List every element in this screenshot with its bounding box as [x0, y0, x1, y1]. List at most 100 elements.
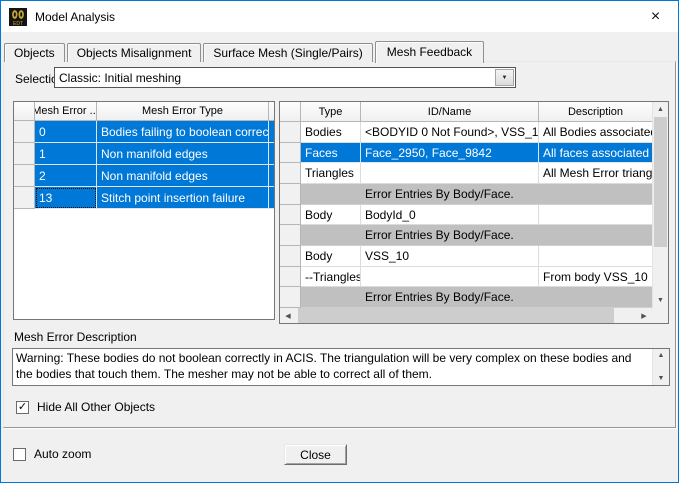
detail-id-name-cell[interactable]: VSS_10 — [361, 246, 539, 267]
mesh-error-row[interactable]: 1 Non manifold edges — [14, 143, 274, 165]
scroll-down-button[interactable]: ▼ — [653, 293, 668, 308]
auto-zoom-checkbox[interactable] — [13, 447, 26, 461]
row-header-cell[interactable] — [280, 122, 301, 143]
row-header-cell[interactable] — [280, 225, 301, 247]
column-header-mesh-error-type[interactable]: Mesh Error Type — [97, 102, 269, 121]
tab-surface-mesh-single-pairs[interactable]: Surface Mesh (Single/Pairs) — [203, 43, 373, 62]
row-header-cell[interactable] — [280, 163, 301, 185]
detail-id-name-cell[interactable]: <BODYID 0 Not Found>, VSS_10,... — [361, 122, 539, 143]
description-scrollbar[interactable]: ▲ ▼ — [652, 349, 669, 385]
vertical-scrollbar[interactable]: ▲ ▼ — [652, 102, 668, 308]
detail-description-cell[interactable]: All faces associated .. — [539, 142, 652, 164]
column-header-description[interactable]: Description — [539, 102, 652, 122]
auto-zoom-checkbox-row[interactable]: Auto zoom — [13, 447, 91, 461]
scroll-down-icon: ▼ — [657, 297, 664, 304]
detail-description-cell[interactable] — [539, 246, 652, 267]
horizontal-scrollbar-thumb[interactable] — [298, 308, 614, 323]
select-all-corner-cell[interactable] — [14, 102, 35, 121]
detail-row[interactable]: Faces Face_2950, Face_9842 All faces assoc… — [280, 142, 652, 164]
row-header-cell[interactable] — [280, 142, 301, 164]
mesh-error-id-cell[interactable]: 2 — [35, 165, 97, 187]
mesh-feedback-tab-page: Selection: Classic: Initial meshing ▼ Me… — [3, 61, 676, 428]
row-header-cell[interactable] — [14, 187, 35, 209]
close-button[interactable]: Close — [284, 444, 347, 465]
mesh-error-id-cell[interactable]: 0 — [35, 121, 97, 143]
hide-all-other-objects-checkbox-row[interactable]: ✓ Hide All Other Objects — [16, 400, 155, 414]
hide-all-other-objects-checkbox[interactable]: ✓ — [16, 400, 29, 414]
mesh-error-id-cell[interactable]: 13 — [35, 187, 97, 209]
mesh-error-description-label: Mesh Error Description — [14, 330, 137, 344]
detail-row[interactable]: Error Entries By Body/Face. — [280, 225, 652, 247]
mesh-error-row[interactable]: 0 Bodies failing to boolean correctly — [14, 121, 274, 143]
detail-row[interactable]: Error Entries By Body/Face. — [280, 184, 652, 205]
mesh-error-description-text: Warning: These bodies do not boolean cor… — [16, 351, 632, 381]
column-header-type[interactable]: Type — [301, 102, 361, 122]
detail-row[interactable]: Bodies<BODYID 0 Not Found>, VSS_10,...Al… — [280, 122, 652, 143]
mesh-error-type-cell[interactable]: Bodies failing to boolean correctly — [97, 121, 269, 143]
row-header-cell[interactable] — [280, 184, 301, 205]
mesh-error-row[interactable]: 2 Non manifold edges — [14, 165, 274, 187]
filler-cell — [269, 165, 274, 187]
model-analysis-dialog: EDT Model Analysis × Objects Objects Misa… — [0, 0, 679, 483]
detail-id-name-cell[interactable]: Face_2950, Face_9842 — [361, 142, 539, 164]
error-detail-content: Type ID/Name Description Bodies <BODYID 0… — [280, 102, 652, 309]
row-header-cell[interactable] — [14, 143, 35, 165]
detail-description-cell[interactable]: All Bodies associated — [539, 122, 652, 143]
chevron-down-icon: ▼ — [501, 74, 508, 81]
row-header-cell[interactable] — [280, 246, 301, 267]
detail-type-cell[interactable]: Bodies — [301, 122, 361, 143]
column-header-id-name[interactable]: ID/Name — [361, 102, 539, 122]
tab-objects-misalignment[interactable]: Objects Misalignment — [66, 43, 202, 62]
detail-row[interactable]: Triangles All Mesh Error triangle. — [280, 163, 652, 185]
tab-strip: Objects Objects Misalignment Surface Mesh … — [4, 40, 486, 63]
scroll-left-button[interactable]: ◀ — [280, 308, 296, 323]
error-detail-rows: Bodies<BODYID 0 Not Found>, VSS_10,...Al… — [280, 122, 652, 309]
detail-row[interactable]: Error Entries By Body/Face. — [280, 287, 652, 309]
detail-type-cell[interactable]: Triangles — [301, 163, 361, 185]
row-header-cell[interactable] — [280, 266, 301, 288]
filler-cell — [269, 121, 274, 143]
window-close-button[interactable]: × — [633, 1, 678, 32]
row-header-cell[interactable] — [14, 165, 35, 187]
detail-row[interactable]: Body VSS_10 — [280, 246, 652, 267]
tab-label: Objects — [14, 46, 55, 60]
detail-row[interactable]: Body BodyId_0 — [280, 204, 652, 226]
section-cell: Error Entries By Body/Face. — [301, 287, 652, 309]
detail-id-name-cell[interactable] — [361, 163, 539, 185]
mesh-error-description-box[interactable]: Warning: These bodies do not boolean cor… — [12, 348, 670, 386]
horizontal-scrollbar-track[interactable] — [296, 308, 636, 323]
scroll-up-button[interactable]: ▲ — [653, 349, 669, 362]
detail-type-cell[interactable]: Faces — [301, 142, 361, 164]
detail-description-cell[interactable]: All Mesh Error triangle. — [539, 163, 652, 185]
close-button-label: Close — [300, 447, 331, 462]
detail-type-cell[interactable]: Body — [301, 246, 361, 267]
column-header-mesh-error-id[interactable]: Mesh Error ... — [35, 102, 97, 121]
detail-description-cell[interactable]: From body VSS_10 — [539, 267, 652, 288]
title-bar[interactable]: EDT Model Analysis × — [1, 1, 678, 32]
scroll-up-button[interactable]: ▲ — [653, 102, 668, 117]
row-header-cell[interactable] — [280, 287, 301, 309]
selection-combobox[interactable]: Classic: Initial meshing ▼ — [54, 67, 516, 88]
scroll-down-button[interactable]: ▼ — [653, 372, 669, 385]
detail-id-name-cell[interactable] — [361, 266, 539, 288]
mesh-error-id-cell[interactable]: 1 — [35, 143, 97, 165]
mesh-error-type-cell[interactable]: Non manifold edges — [97, 165, 269, 187]
detail-type-cell[interactable]: Body — [301, 204, 361, 226]
tab-label: Mesh Feedback — [386, 45, 473, 59]
row-header-cell[interactable] — [280, 204, 301, 226]
horizontal-scrollbar[interactable]: ◀ ▶ — [280, 308, 652, 323]
mesh-error-type-cell[interactable]: Non manifold edges — [97, 143, 269, 165]
combo-dropdown-button[interactable]: ▼ — [495, 69, 514, 86]
detail-row[interactable]: --Triangles From body VSS_10 — [280, 266, 652, 288]
vertical-scrollbar-thumb[interactable] — [654, 117, 667, 247]
mesh-error-row[interactable]: 13 Stitch point insertion failure — [14, 187, 274, 209]
tab-objects[interactable]: Objects — [4, 43, 65, 62]
select-all-corner-cell[interactable] — [280, 102, 301, 122]
mesh-error-type-cell[interactable]: Stitch point insertion failure — [97, 187, 269, 209]
row-header-cell[interactable] — [14, 121, 35, 143]
tab-mesh-feedback[interactable]: Mesh Feedback — [374, 41, 485, 63]
detail-type-cell[interactable]: --Triangles — [301, 266, 361, 288]
detail-description-cell[interactable] — [539, 205, 652, 226]
scroll-right-button[interactable]: ▶ — [636, 308, 652, 323]
detail-id-name-cell[interactable]: BodyId_0 — [361, 204, 539, 226]
